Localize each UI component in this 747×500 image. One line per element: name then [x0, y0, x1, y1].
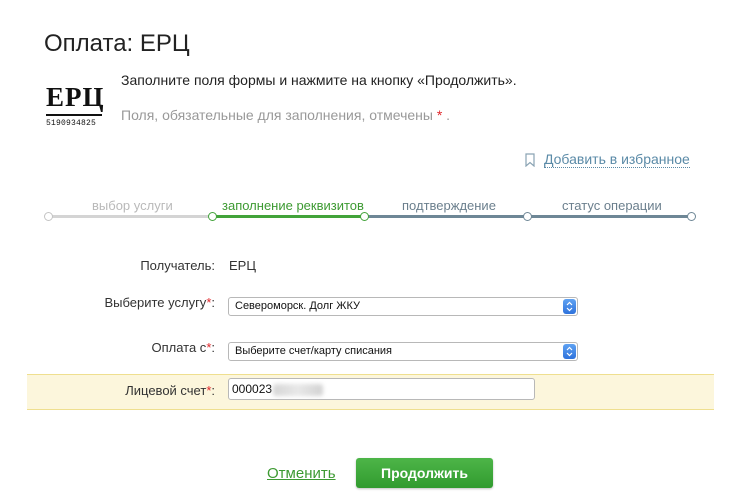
erc-logo: ЕРЦ 5190934825	[46, 84, 106, 128]
step-label-details: заполнение реквизитов	[222, 198, 364, 213]
step-line-done	[49, 215, 212, 218]
service-label-text: Выберите услугу	[104, 295, 207, 310]
step-dot	[208, 212, 217, 221]
recipient-value: ЕРЦ	[229, 258, 256, 273]
select-arrows-icon	[563, 299, 576, 314]
progress-stepper: выбор услуги заполнение реквизитов подтв…	[0, 195, 747, 225]
label-colon: :	[211, 340, 215, 355]
select-arrows-icon	[563, 344, 576, 359]
account-number-input[interactable]: 000023	[228, 378, 535, 400]
service-select[interactable]: Североморск. Долг ЖКУ	[228, 297, 578, 316]
step-line-active	[213, 215, 364, 218]
service-row: Выберите услугу*: Североморск. Долг ЖКУ	[0, 295, 747, 325]
instruction-text: Заполните поля формы и нажмите на кнопку…	[121, 72, 517, 88]
required-note: Поля, обязательные для заполнения, отмеч…	[121, 107, 450, 123]
step-label-confirm: подтверждение	[402, 198, 496, 213]
logo-number: 5190934825	[46, 119, 97, 128]
required-star: *	[436, 107, 443, 123]
payfrom-select[interactable]: Выберите счет/карту списания	[228, 342, 578, 361]
payfrom-select-value: Выберите счет/карту списания	[235, 345, 393, 357]
payfrom-label: Оплата с*:	[151, 340, 215, 355]
step-dot	[360, 212, 369, 221]
cancel-link[interactable]: Отменить	[267, 465, 336, 482]
recipient-row: Получатель: ЕРЦ	[0, 258, 747, 288]
step-label-status: статус операции	[562, 198, 662, 213]
redacted-digits	[273, 383, 324, 396]
step-dot	[687, 212, 696, 221]
page-title: Оплата: ЕРЦ	[44, 30, 190, 58]
add-to-favorites-link[interactable]: Добавить в избранное	[525, 152, 690, 168]
step-label-service: выбор услуги	[92, 198, 173, 213]
add-to-favorites-label: Добавить в избранное	[544, 151, 690, 168]
account-label: Лицевой счет*:	[125, 383, 215, 398]
account-number-value: 000023	[232, 382, 273, 396]
logo-text: ЕРЦ	[46, 82, 105, 112]
payfrom-row: Оплата с*: Выберите счет/карту списания	[0, 339, 747, 369]
payfrom-label-text: Оплата с	[151, 340, 207, 355]
continue-button[interactable]: Продолжить	[356, 458, 493, 488]
logo-divider	[46, 114, 102, 116]
bookmark-icon	[525, 153, 535, 167]
step-dot	[523, 212, 532, 221]
required-note-end: .	[446, 107, 451, 123]
recipient-label: Получатель:	[140, 258, 215, 273]
label-colon: :	[211, 295, 215, 310]
required-note-text: Поля, обязательные для заполнения, отмеч…	[121, 107, 433, 123]
service-label: Выберите услугу*:	[104, 295, 215, 310]
service-select-value: Североморск. Долг ЖКУ	[235, 300, 360, 312]
account-label-text: Лицевой счет	[125, 383, 207, 398]
step-dot	[44, 212, 53, 221]
label-colon: :	[211, 383, 215, 398]
